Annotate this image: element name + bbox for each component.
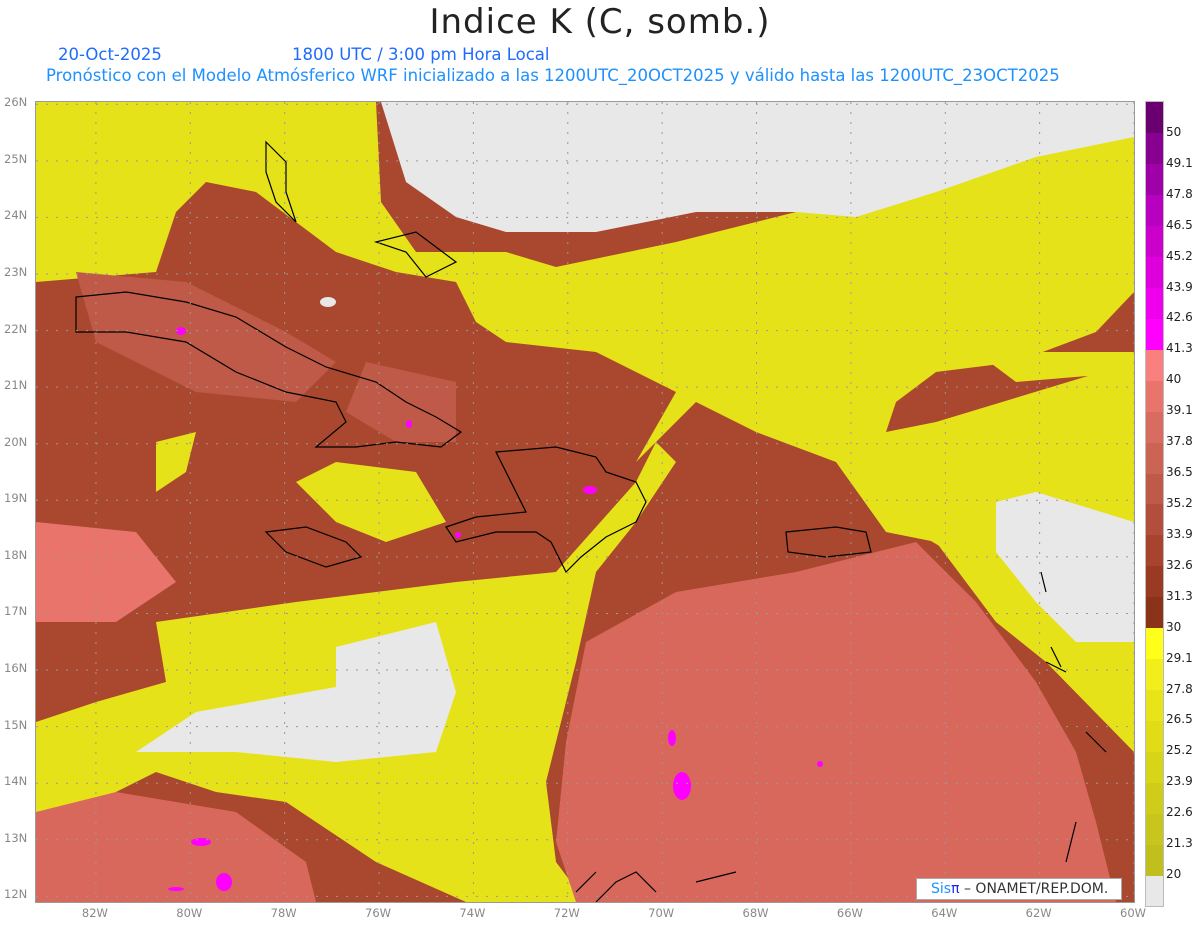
colorbar-segment xyxy=(1146,844,1163,876)
map-title: Indice K (C, somb.) xyxy=(429,2,771,42)
lon-tick-label: 80W xyxy=(176,906,203,920)
colorbar-segment xyxy=(1146,256,1163,289)
colorbar-label: 22.6 xyxy=(1166,805,1193,820)
colorbar-label: 49.1 xyxy=(1166,155,1193,170)
colorbar-label: 41.3 xyxy=(1166,341,1193,356)
colorbar-label: 27.8 xyxy=(1166,681,1193,696)
lat-tick-label: 22N xyxy=(4,321,28,336)
lon-tick-label: 82W xyxy=(81,906,108,920)
lat-tick-label: 12N xyxy=(4,887,28,902)
lon-tick-label: 70W xyxy=(648,906,675,920)
colorbar-label: 36.5 xyxy=(1166,465,1193,480)
lon-tick-label: 60W xyxy=(1120,906,1147,920)
lat-tick-label: 23N xyxy=(4,264,28,279)
colorbar-segment xyxy=(1146,473,1163,505)
lon-tick-label: 68W xyxy=(742,906,769,920)
colorbar-segment xyxy=(1146,349,1163,381)
colorbar-segment xyxy=(1146,875,1163,907)
colorbar-segment xyxy=(1146,565,1163,598)
credit-box: Sisπ – ONAMET/REP.DOM. xyxy=(916,878,1122,900)
colorbar-segment xyxy=(1146,689,1163,721)
colorbar-label: 20 xyxy=(1166,867,1182,882)
colorbar-segment xyxy=(1146,596,1163,629)
colorbar-segment xyxy=(1146,720,1163,752)
lon-tick-label: 78W xyxy=(270,906,297,920)
forecast-date: 20-Oct-2025 xyxy=(58,45,162,64)
colorbar-segment xyxy=(1146,287,1163,319)
lon-tick-label: 64W xyxy=(931,906,958,920)
lon-tick-label: 76W xyxy=(365,906,392,920)
lat-tick-label: 18N xyxy=(4,547,28,562)
credit-text: – ONAMET/REP.DOM. xyxy=(963,881,1109,897)
colorbar-label: 37.8 xyxy=(1166,434,1193,449)
colorbar-segment xyxy=(1146,782,1163,814)
colorbar-segment xyxy=(1146,194,1163,227)
forecast-time: 1800 UTC / 3:00 pm Hora Local xyxy=(292,45,550,64)
lat-tick-label: 13N xyxy=(4,830,28,845)
colorbar-segment xyxy=(1146,225,1163,258)
colorbar-label: 47.8 xyxy=(1166,186,1193,201)
colorbar-segment xyxy=(1146,442,1163,474)
colorbar-label: 31.3 xyxy=(1166,588,1193,603)
colorbar-label: 40 xyxy=(1166,372,1182,387)
lat-tick-label: 15N xyxy=(4,717,28,732)
k-index-map xyxy=(35,101,1135,903)
lat-tick-label: 24N xyxy=(4,208,28,223)
colorbar-segment xyxy=(1146,504,1163,536)
colorbar-label: 46.5 xyxy=(1166,217,1193,232)
colorbar-segment xyxy=(1146,813,1163,845)
colorbar-label: 43.9 xyxy=(1166,279,1193,294)
colorbar-segment xyxy=(1146,411,1163,443)
colorbar-label: 26.5 xyxy=(1166,712,1193,727)
colorbar-label: 35.2 xyxy=(1166,496,1193,510)
logo-pi: π xyxy=(951,881,960,897)
colorbar-label: 39.1 xyxy=(1166,403,1193,418)
colorbar-label: 21.3 xyxy=(1166,836,1193,851)
colorbar-label: 33.9 xyxy=(1166,526,1193,541)
forecast-description: Pronóstico con el Modelo Atmósferico WRF… xyxy=(46,66,1060,85)
colorbar-segment xyxy=(1146,380,1163,412)
colorbar xyxy=(1145,101,1164,907)
colorbar-label: 50 xyxy=(1166,124,1182,139)
lat-tick-label: 16N xyxy=(4,661,28,676)
colorbar-label: 23.9 xyxy=(1166,774,1193,789)
colorbar-label: 25.2 xyxy=(1166,743,1193,758)
colorbar-segment xyxy=(1146,102,1163,134)
lon-tick-label: 66W xyxy=(836,906,863,920)
lat-tick-label: 25N xyxy=(4,151,28,166)
lat-tick-label: 19N xyxy=(4,491,28,506)
lon-tick-label: 62W xyxy=(1025,906,1052,920)
colorbar-label: 32.6 xyxy=(1166,557,1193,572)
colorbar-label: 42.6 xyxy=(1166,310,1193,325)
colorbar-segment xyxy=(1146,627,1163,660)
lat-tick-label: 20N xyxy=(4,434,28,449)
lat-tick-label: 14N xyxy=(4,774,28,789)
colorbar-segment xyxy=(1146,132,1163,165)
lat-tick-label: 17N xyxy=(4,604,28,619)
lat-tick-label: 21N xyxy=(4,378,28,393)
colorbar-label: 29.1 xyxy=(1166,650,1193,665)
colorbar-label: 45.2 xyxy=(1166,248,1193,263)
colorbar-label: 30 xyxy=(1166,619,1182,634)
colorbar-segment xyxy=(1146,318,1163,350)
logo-sis: Sis xyxy=(931,881,952,897)
colorbar-segment xyxy=(1146,751,1163,783)
colorbar-segment xyxy=(1146,658,1163,691)
lon-tick-label: 72W xyxy=(553,906,580,920)
lat-tick-label: 26N xyxy=(4,95,28,110)
lon-tick-label: 74W xyxy=(459,906,486,920)
colorbar-segment xyxy=(1146,534,1163,567)
colorbar-segment xyxy=(1146,163,1163,196)
